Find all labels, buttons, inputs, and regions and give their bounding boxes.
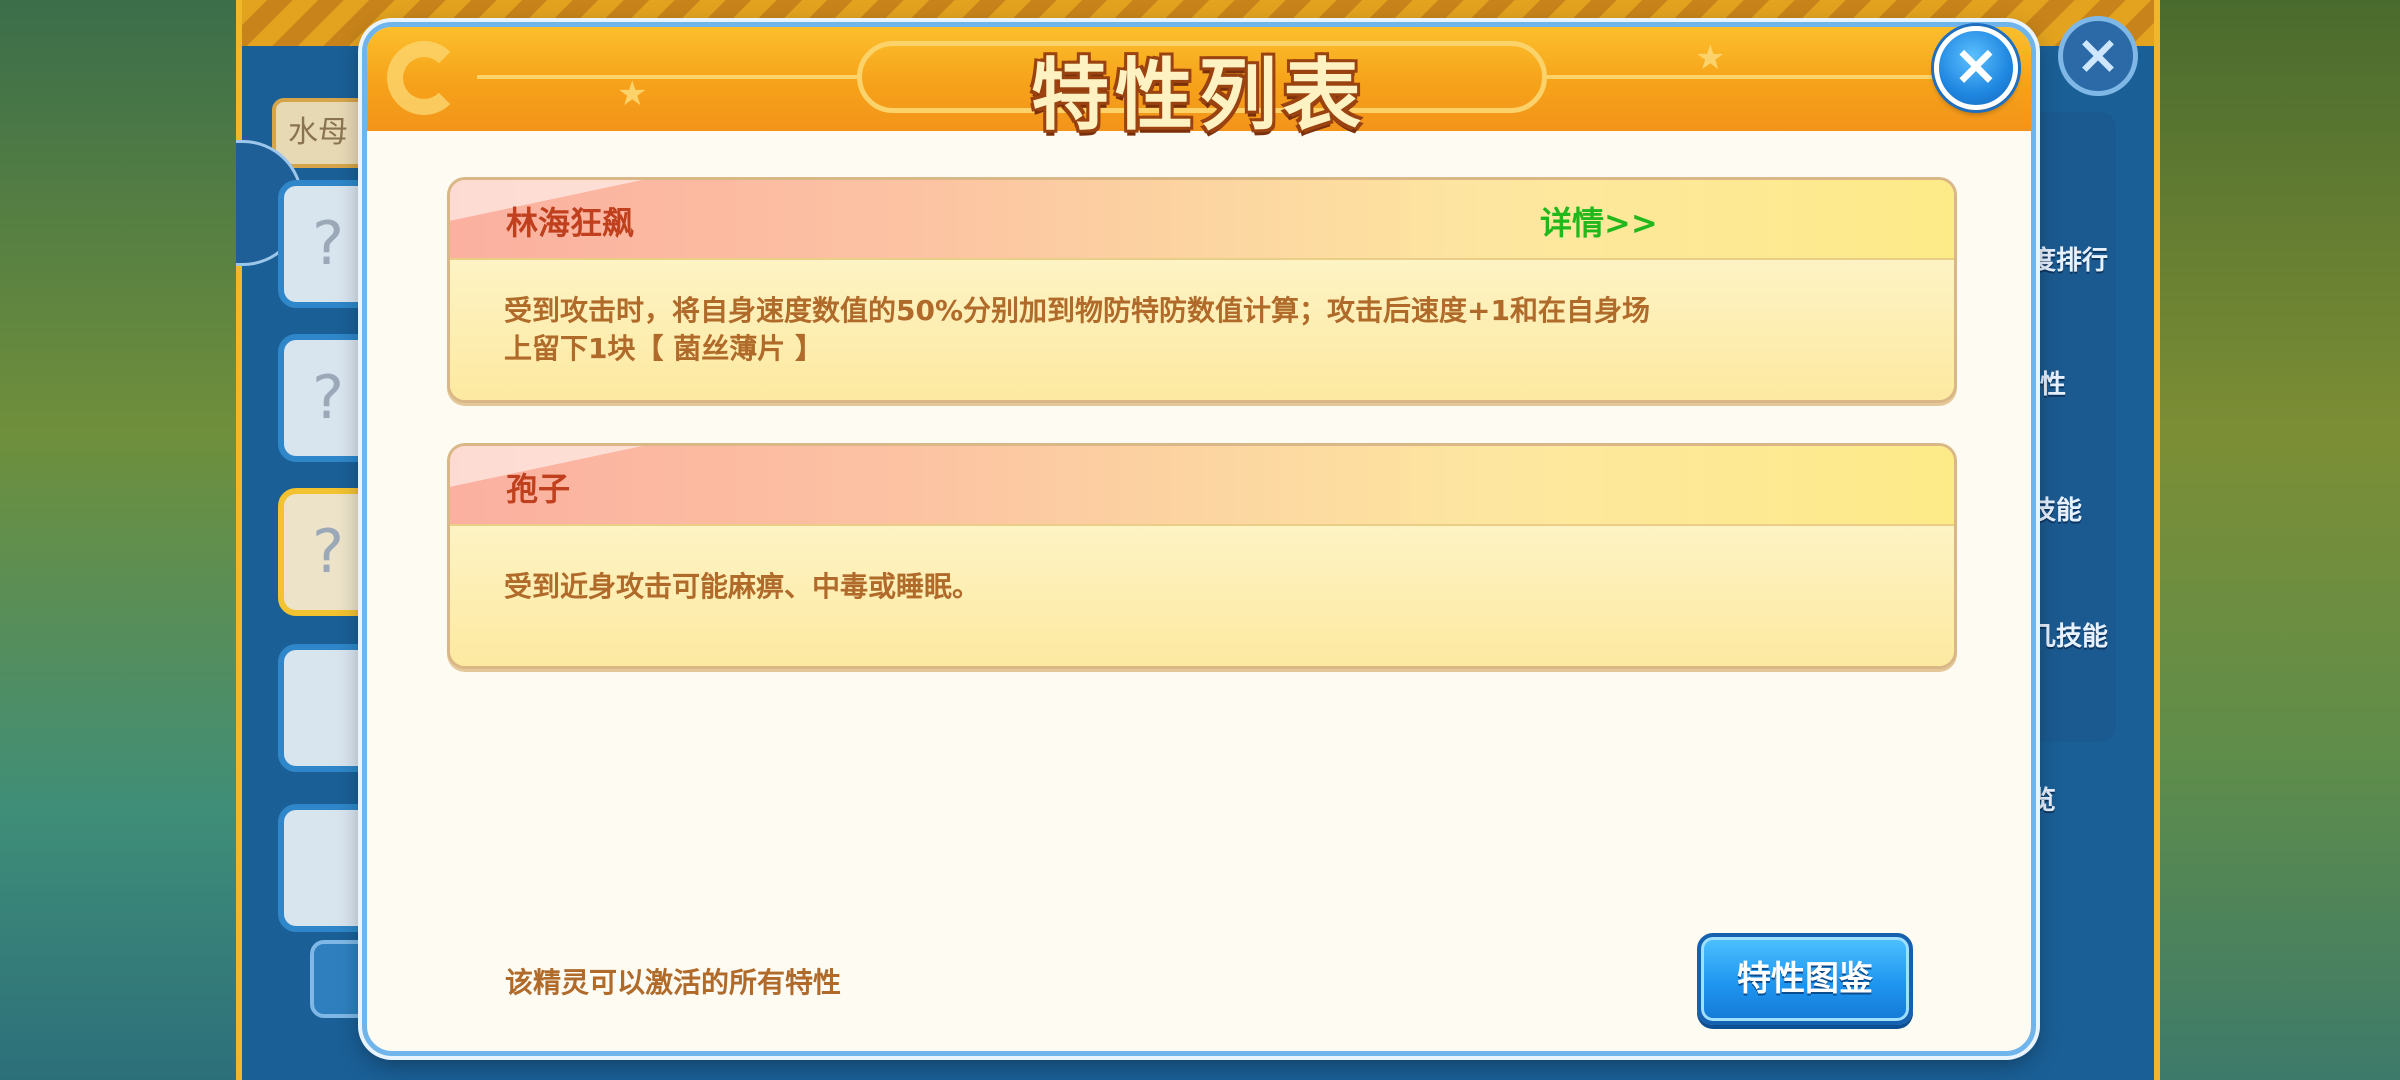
background-menu-label[interactable]: 性 [2040,364,2066,401]
trait-detail-link[interactable]: 详情>> [1540,198,1658,244]
trait-list-modal: ★ ★ 特性列表 林海狂飙 详情>> 受到攻击时，将自身速度数值的50%分别加到… [362,22,2036,1056]
trait-card: 林海狂飙 详情>> 受到攻击时，将自身速度数值的50%分别加到物防特防数值计算；… [447,177,1957,403]
background-menu-label[interactable]: 技能 [2030,490,2082,527]
trait-name: 林海狂飙 [506,204,635,242]
background-close-icon[interactable]: × [2058,16,2138,96]
trait-description: 受到攻击时，将自身速度数值的50%分别加到物防特防数值计算；攻击后速度+1和在自… [504,292,1744,368]
trait-name: 孢子 [506,470,571,508]
background-scene-left [0,0,240,1080]
trait-card-header: 孢子 [450,446,1954,526]
trait-codex-button[interactable]: 特性图鉴 [1697,933,1913,1025]
trait-card: 孢子 受到近身攻击可能麻痹、中毒或睡眠。 [447,443,1957,669]
footer-note: 该精灵可以激活的所有特性 [505,966,842,999]
trait-card-header: 林海狂飙 详情>> [450,180,1954,260]
trait-description-line: 受到近身攻击可能麻痹、中毒或睡眠。 [504,570,981,603]
modal-title: 特性列表 [1030,51,1367,141]
background-menu-label[interactable]: 几技能 [2030,616,2108,653]
trait-description: 受到近身攻击可能麻痹、中毒或睡眠。 [504,568,1744,606]
background-menu-label[interactable]: 度排行 [2030,240,2108,277]
background-scene-right [2160,0,2400,1080]
modal-header: ★ ★ 特性列表 [367,27,2031,141]
trait-description-line: 受到攻击时，将自身速度数值的50%分别加到物防特防数值计算；攻击后速度+1和在自… [504,294,1650,327]
trait-description-line: 上留下1块【 菌丝薄片 】 [504,332,823,365]
close-icon[interactable]: × [1934,26,2018,110]
